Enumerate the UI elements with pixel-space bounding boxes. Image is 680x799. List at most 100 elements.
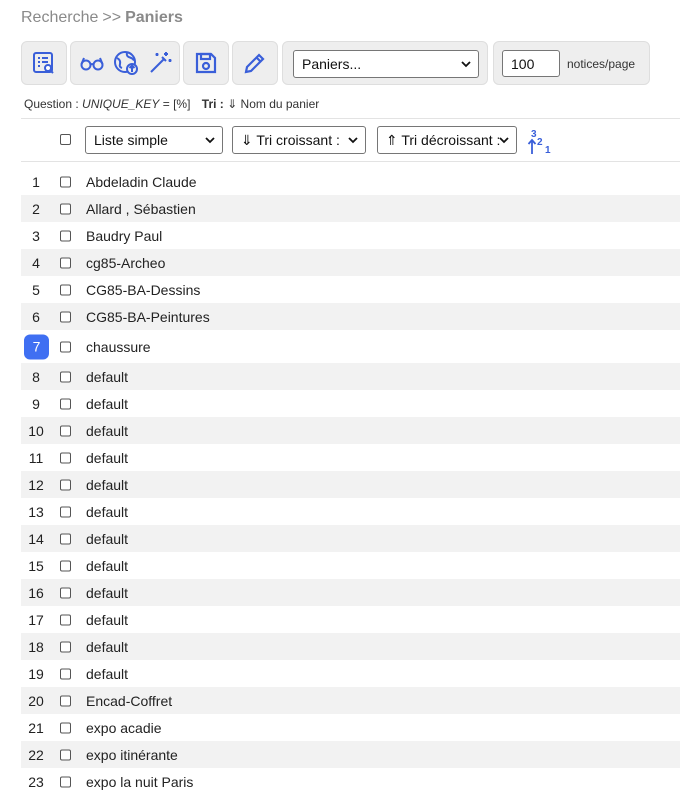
row-checkbox[interactable] xyxy=(60,533,71,544)
list-search-button[interactable] xyxy=(27,46,61,80)
row-checkbox[interactable] xyxy=(60,341,71,352)
glasses-button[interactable] xyxy=(75,46,109,80)
row-name[interactable]: expo la nuit Paris xyxy=(86,774,193,790)
row-name[interactable]: default xyxy=(86,558,128,574)
breadcrumb-root[interactable]: Recherche xyxy=(21,9,98,26)
row-index[interactable]: 7 xyxy=(24,334,49,359)
sort-numeric-icon[interactable]: 3 2 1 xyxy=(526,128,552,156)
table-row[interactable]: 1 Abdeladin Claude xyxy=(21,168,680,195)
table-row[interactable]: 4 cg85-Archeo xyxy=(21,249,680,276)
globe-upload-icon xyxy=(114,51,138,75)
toolbar-group-view xyxy=(70,41,180,85)
row-index: 19 xyxy=(28,665,44,682)
table-row[interactable]: 23 expo la nuit Paris xyxy=(21,768,680,795)
table-row[interactable]: 22 expo itinérante xyxy=(21,741,680,768)
per-page-input[interactable]: 100 xyxy=(502,50,560,77)
row-name[interactable]: Allard , Sébastien xyxy=(86,201,196,217)
sort-descending-select[interactable]: ⇑ Tri décroissant : xyxy=(377,126,517,154)
table-row[interactable]: 6 CG85-BA-Peintures xyxy=(21,303,680,330)
row-name[interactable]: default xyxy=(86,504,128,520)
basket-select[interactable]: Paniers... xyxy=(293,50,479,78)
row-name[interactable]: Abdeladin Claude xyxy=(86,174,197,190)
row-index: 14 xyxy=(28,530,44,547)
table-row[interactable]: 5 CG85-BA-Dessins xyxy=(21,276,680,303)
row-name[interactable]: Encad-Coffret xyxy=(86,693,172,709)
row-checkbox[interactable] xyxy=(60,203,71,214)
row-name[interactable]: default xyxy=(86,612,128,628)
row-checkbox[interactable] xyxy=(60,641,71,652)
edit-button[interactable] xyxy=(238,46,272,80)
table-row[interactable]: 11 default xyxy=(21,444,680,471)
row-checkbox[interactable] xyxy=(60,311,71,322)
row-index: 23 xyxy=(28,773,44,790)
row-checkbox[interactable] xyxy=(60,722,71,733)
row-checkbox[interactable] xyxy=(60,176,71,187)
row-index: 13 xyxy=(28,503,44,520)
row-name[interactable]: Baudry Paul xyxy=(86,228,162,244)
per-page-value: 100 xyxy=(511,55,535,72)
globe-upload-button[interactable] xyxy=(109,46,143,80)
table-row[interactable]: 8 default xyxy=(21,363,680,390)
table-row[interactable]: 18 default xyxy=(21,633,680,660)
row-name[interactable]: chaussure xyxy=(86,339,151,355)
table-row[interactable]: 20 Encad-Coffret xyxy=(21,687,680,714)
row-name[interactable]: default xyxy=(86,450,128,466)
row-checkbox[interactable] xyxy=(60,257,71,268)
row-checkbox[interactable] xyxy=(60,398,71,409)
row-checkbox[interactable] xyxy=(60,695,71,706)
row-name[interactable]: cg85-Archeo xyxy=(86,255,165,271)
table-row[interactable]: 14 default xyxy=(21,525,680,552)
display-mode-select[interactable]: Liste simple xyxy=(85,126,223,154)
row-name[interactable]: default xyxy=(86,369,128,385)
row-index: 12 xyxy=(28,476,44,493)
svg-text:2: 2 xyxy=(537,137,543,148)
table-row[interactable]: 10 default xyxy=(21,417,680,444)
magic-wand-button[interactable] xyxy=(143,46,177,80)
row-checkbox[interactable] xyxy=(60,506,71,517)
breadcrumb-separator: >> xyxy=(102,9,122,26)
table-row[interactable]: 17 default xyxy=(21,606,680,633)
row-checkbox[interactable] xyxy=(60,479,71,490)
row-checkbox[interactable] xyxy=(60,425,71,436)
row-name[interactable]: expo acadie xyxy=(86,720,162,736)
table-row[interactable]: 9 default xyxy=(21,390,680,417)
sort-ascending-select[interactable]: ⇓ Tri croissant : xyxy=(232,126,366,154)
table-row[interactable]: 2 Allard , Sébastien xyxy=(21,195,680,222)
table-row[interactable]: 21 expo acadie xyxy=(21,714,680,741)
table-row[interactable]: 3 Baudry Paul xyxy=(21,222,680,249)
row-checkbox[interactable] xyxy=(60,749,71,760)
table-row[interactable]: 15 default xyxy=(21,552,680,579)
row-name[interactable]: CG85-BA-Peintures xyxy=(86,309,210,325)
row-name[interactable]: default xyxy=(86,639,128,655)
row-checkbox[interactable] xyxy=(60,560,71,571)
chevron-down-icon xyxy=(499,137,509,144)
row-checkbox[interactable] xyxy=(60,776,71,787)
row-name[interactable]: CG85-BA-Dessins xyxy=(86,282,200,298)
table-row[interactable]: 12 default xyxy=(21,471,680,498)
select-all-checkbox[interactable] xyxy=(60,134,71,145)
row-name[interactable]: expo itinérante xyxy=(86,747,178,763)
row-name[interactable]: default xyxy=(86,423,128,439)
chevron-down-icon xyxy=(461,61,471,68)
row-checkbox[interactable] xyxy=(60,230,71,241)
row-name[interactable]: default xyxy=(86,666,128,682)
row-checkbox[interactable] xyxy=(60,614,71,625)
save-button[interactable] xyxy=(189,46,223,80)
row-name[interactable]: default xyxy=(86,585,128,601)
row-index: 20 xyxy=(28,692,44,709)
table-row[interactable]: 19 default xyxy=(21,660,680,687)
row-checkbox[interactable] xyxy=(60,284,71,295)
row-name[interactable]: default xyxy=(86,396,128,412)
row-checkbox[interactable] xyxy=(60,668,71,679)
row-checkbox[interactable] xyxy=(60,587,71,598)
row-index: 1 xyxy=(32,173,40,190)
row-checkbox[interactable] xyxy=(60,371,71,382)
row-name[interactable]: default xyxy=(86,531,128,547)
row-checkbox[interactable] xyxy=(60,452,71,463)
row-name[interactable]: default xyxy=(86,477,128,493)
list-search-icon xyxy=(33,52,54,74)
question-key: UNIQUE_KEY xyxy=(82,97,160,111)
table-row[interactable]: 7 chaussure xyxy=(21,330,680,363)
table-row[interactable]: 16 default xyxy=(21,579,680,606)
table-row[interactable]: 13 default xyxy=(21,498,680,525)
